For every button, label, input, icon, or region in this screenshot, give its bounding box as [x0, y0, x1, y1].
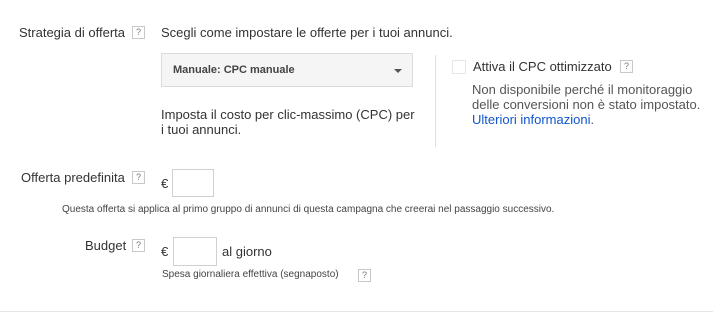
default-bid-label: Offerta predefinita	[21, 170, 125, 185]
budget-currency: €	[161, 244, 169, 259]
bid-strategy-note-line2: i tuoi annunci.	[161, 122, 242, 137]
ecpc-checkbox[interactable]	[452, 60, 466, 74]
divider	[435, 55, 436, 147]
ecpc-note-line2: delle conversioni non è stato impostato.	[472, 97, 701, 112]
budget-hint-help-icon[interactable]: ?	[358, 269, 371, 282]
ecpc-learn-more: Ulteriori informazioni.	[472, 112, 594, 127]
budget-help-icon[interactable]: ?	[132, 239, 145, 252]
bid-strategy-help-icon[interactable]: ?	[132, 26, 145, 39]
budget-label: Budget	[85, 238, 127, 253]
bid-strategy-note-line1: Imposta il costo per clic-massimo (CPC) …	[161, 107, 415, 122]
default-bid-help-icon[interactable]: ?	[132, 171, 145, 184]
ecpc-note-line1: Non disponibile perché il monitoraggio	[472, 82, 693, 97]
default-bid-currency: €	[161, 176, 169, 191]
chevron-down-icon	[394, 69, 402, 73]
bid-strategy-description: Scegli come impostare le offerte per i t…	[161, 25, 453, 40]
bid-strategy-select-value: Manuale: CPC manuale	[173, 64, 295, 76]
bid-strategy-select[interactable]: Manuale: CPC manuale	[161, 53, 413, 87]
learn-more-link[interactable]: Ulteriori informazioni	[472, 112, 590, 127]
default-bid-input[interactable]	[172, 169, 214, 197]
learn-more-period: .	[590, 112, 595, 127]
ecpc-label: Attiva il CPC ottimizzato	[473, 59, 612, 74]
budget-per-day: al giorno	[222, 244, 272, 259]
default-bid-hint: Questa offerta si applica al primo grupp…	[62, 204, 555, 215]
section-divider	[0, 311, 713, 312]
budget-input[interactable]	[173, 237, 217, 266]
ecpc-help-icon[interactable]: ?	[620, 60, 633, 73]
bid-strategy-label: Strategia di offerta	[19, 25, 125, 40]
budget-hint: Spesa giornaliera effettiva (segnaposto)	[162, 269, 339, 280]
